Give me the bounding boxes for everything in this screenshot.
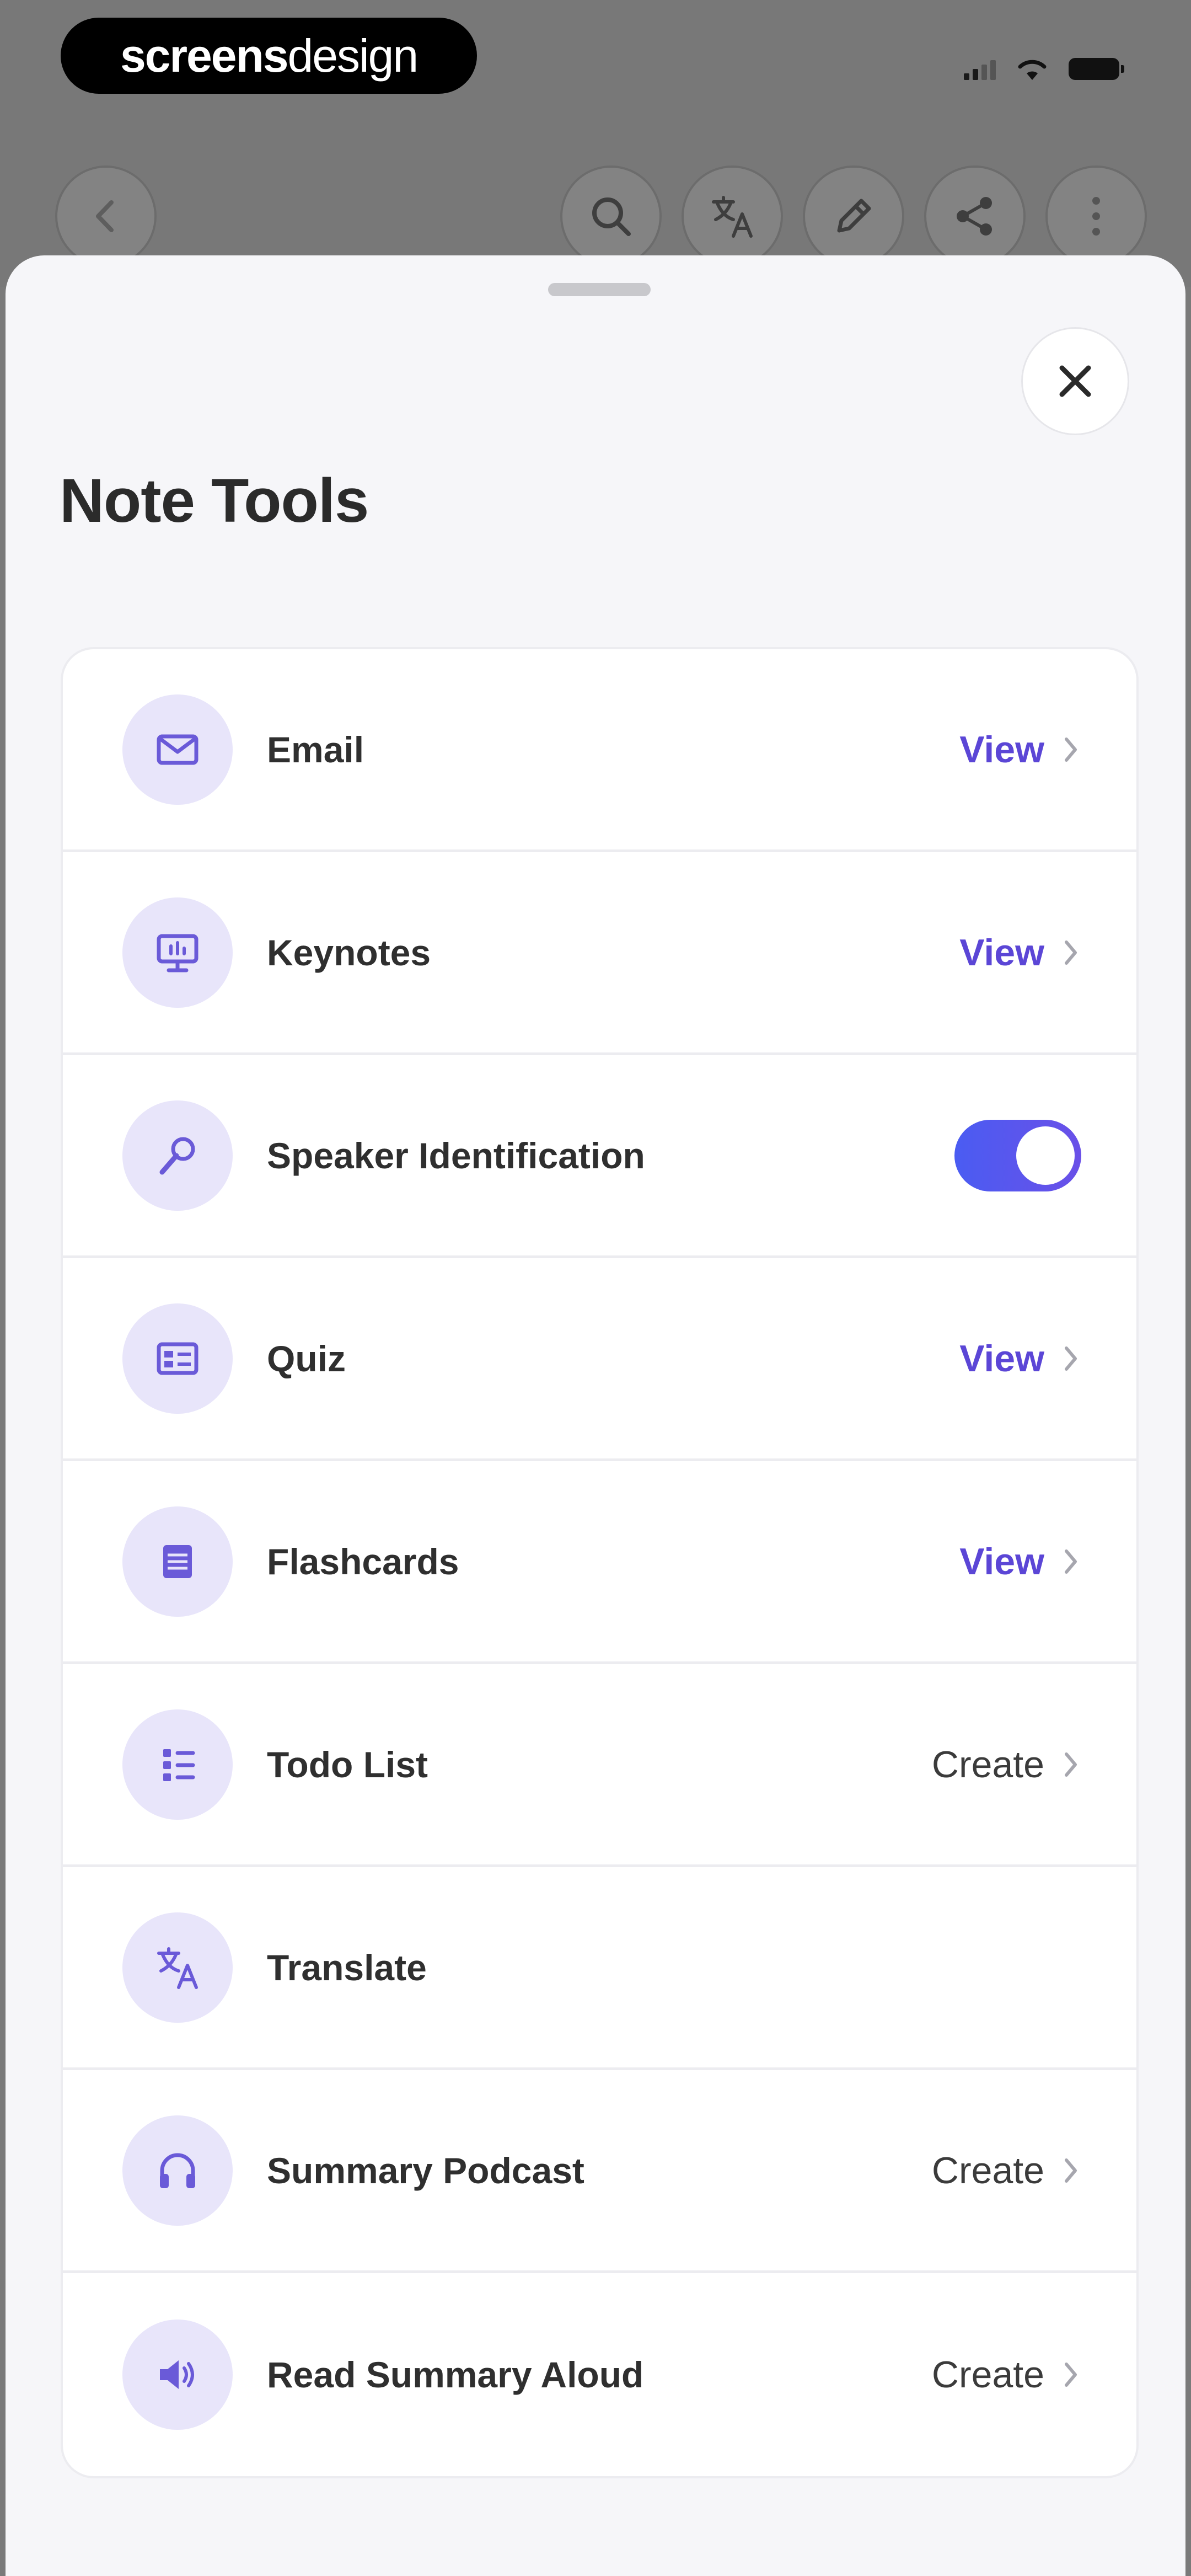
tool-label: Translate — [267, 1947, 427, 1988]
sheet-grabber[interactable] — [548, 283, 651, 296]
create-action[interactable]: Create — [932, 2353, 1079, 2396]
back-button[interactable] — [55, 165, 157, 267]
chevron-left-icon — [96, 200, 114, 232]
action-label: View — [959, 931, 1044, 974]
share-button[interactable] — [924, 165, 1026, 267]
edit-button[interactable] — [803, 165, 904, 267]
tool-icon-wrap — [122, 1506, 233, 1617]
tool-label: Quiz — [267, 1338, 346, 1379]
watermark-bold-text: screens — [120, 29, 289, 82]
tool-row-translate[interactable]: Translate — [63, 1867, 1136, 2070]
background-app: screens design — [0, 0, 1191, 287]
translate-icon — [712, 196, 753, 238]
tool-icon-wrap — [122, 694, 233, 805]
status-bar — [964, 52, 1124, 85]
speaker-icon — [160, 2360, 194, 2389]
battery-icon — [1069, 58, 1124, 80]
chevron-right-icon — [1065, 1346, 1077, 1371]
chevron-right-icon — [1065, 2158, 1077, 2183]
flashcards-icon — [163, 1544, 192, 1578]
note-tools-sheet: Note Tools Email View Keynotes View Spea… — [6, 255, 1185, 2576]
headphones-icon — [160, 2153, 195, 2188]
cellular-signal-icon — [964, 58, 996, 80]
search-button[interactable] — [560, 165, 662, 267]
tool-icon-wrap — [122, 1100, 233, 1211]
tool-row-flashcards[interactable]: Flashcards View — [63, 1461, 1136, 1664]
view-action[interactable]: View — [959, 931, 1079, 974]
action-label: View — [959, 1337, 1044, 1380]
share-icon — [957, 197, 992, 236]
view-action[interactable]: View — [959, 1337, 1079, 1380]
tool-row-quiz[interactable]: Quiz View — [63, 1258, 1136, 1461]
tool-row-todo-list[interactable]: Todo List Create — [63, 1664, 1136, 1867]
view-action[interactable]: View — [959, 1540, 1079, 1583]
speaker-identification-toggle[interactable] — [954, 1119, 1081, 1191]
action-label: Create — [931, 2354, 1044, 2396]
wifi-icon — [1018, 60, 1047, 80]
create-action[interactable]: Create — [932, 2149, 1079, 2192]
tool-label: Summary Podcast — [267, 2150, 584, 2191]
tool-label: Speaker Identification — [267, 1135, 645, 1176]
more-vertical-icon — [1092, 197, 1100, 236]
tool-icon-wrap — [122, 1912, 233, 2023]
mail-icon — [157, 734, 198, 765]
close-button[interactable] — [1021, 327, 1129, 435]
view-action[interactable]: View — [959, 728, 1079, 771]
watermark-light-text: design — [287, 29, 419, 82]
action-label: Create — [931, 2149, 1044, 2192]
toggle-knob — [1016, 1126, 1075, 1185]
tool-label: Read Summary Aloud — [267, 2354, 644, 2395]
tool-icon-wrap — [122, 1303, 233, 1414]
tool-label: Flashcards — [267, 1541, 459, 1582]
action-label: Create — [931, 1743, 1044, 1786]
tool-row-keynotes[interactable]: Keynotes View — [63, 852, 1136, 1055]
create-action[interactable]: Create — [932, 1743, 1079, 1786]
presentation-icon — [157, 934, 198, 972]
chevron-right-icon — [1065, 1549, 1077, 1574]
translate-top-button[interactable] — [682, 165, 783, 267]
close-icon — [1059, 365, 1091, 397]
tools-list: Email View Keynotes View Speaker Identif… — [61, 647, 1139, 2478]
tool-row-email[interactable]: Email View — [63, 649, 1136, 852]
tool-label: Todo List — [267, 1744, 428, 1785]
chevron-right-icon — [1065, 1752, 1077, 1777]
more-button[interactable] — [1045, 165, 1147, 267]
action-label: View — [959, 728, 1044, 771]
action-label: View — [959, 1540, 1044, 1583]
tool-icon-wrap — [122, 1709, 233, 1820]
sheet-title: Note Tools — [60, 466, 369, 535]
chevron-right-icon — [1065, 737, 1077, 762]
chevron-right-icon — [1065, 940, 1077, 965]
tool-icon-wrap — [122, 2320, 233, 2430]
chevron-right-icon — [1065, 2363, 1077, 2387]
tool-row-summary-podcast[interactable]: Summary Podcast Create — [63, 2070, 1136, 2273]
tool-icon-wrap — [122, 897, 233, 1008]
screensdesign-watermark: screens design — [61, 18, 477, 94]
pencil-icon — [837, 199, 871, 233]
tool-label: Keynotes — [267, 932, 431, 973]
tool-icon-wrap — [122, 2115, 233, 2226]
search-icon — [592, 197, 631, 236]
translate-icon — [157, 1947, 198, 1989]
microphone-icon — [159, 1137, 195, 1174]
tool-row-speaker-identification: Speaker Identification — [63, 1055, 1136, 1258]
tool-row-read-summary-aloud[interactable]: Read Summary Aloud Create — [63, 2273, 1136, 2476]
tool-label: Email — [267, 729, 364, 770]
checklist-icon — [163, 1749, 195, 1781]
quiz-icon — [157, 1342, 198, 1375]
